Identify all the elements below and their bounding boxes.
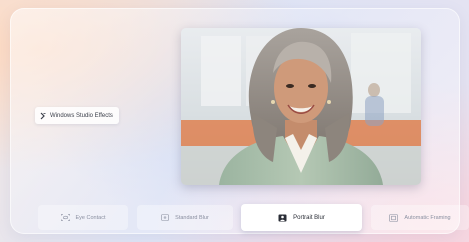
standard-blur-button[interactable]: Standard Blur (137, 205, 233, 230)
automatic-framing-button[interactable]: Automatic Framing (371, 205, 469, 230)
eye-contact-button[interactable]: Eye Contact (38, 205, 128, 230)
studio-effects-label-text: Windows Studio Effects (50, 112, 113, 119)
standard-blur-icon (161, 214, 169, 221)
camera-preview (181, 28, 421, 185)
studio-effects-icon (40, 112, 46, 120)
automatic-framing-label: Automatic Framing (404, 214, 451, 221)
standard-blur-label: Standard Blur (175, 214, 209, 221)
studio-effects-label[interactable]: Windows Studio Effects (35, 107, 119, 124)
background: Windows Studio Effects Eye Contact Stand… (0, 0, 469, 242)
eye-contact-icon (60, 214, 70, 221)
portrait-blur-icon (278, 214, 287, 222)
portrait-blur-label: Portrait Blur (293, 214, 325, 221)
automatic-framing-icon (389, 213, 399, 222)
portrait-blur-button[interactable]: Portrait Blur (241, 204, 362, 231)
eye-contact-label: Eye Contact (75, 214, 106, 221)
effects-toolbar: Eye Contact Standard Blur Portrait Blur (0, 200, 469, 236)
